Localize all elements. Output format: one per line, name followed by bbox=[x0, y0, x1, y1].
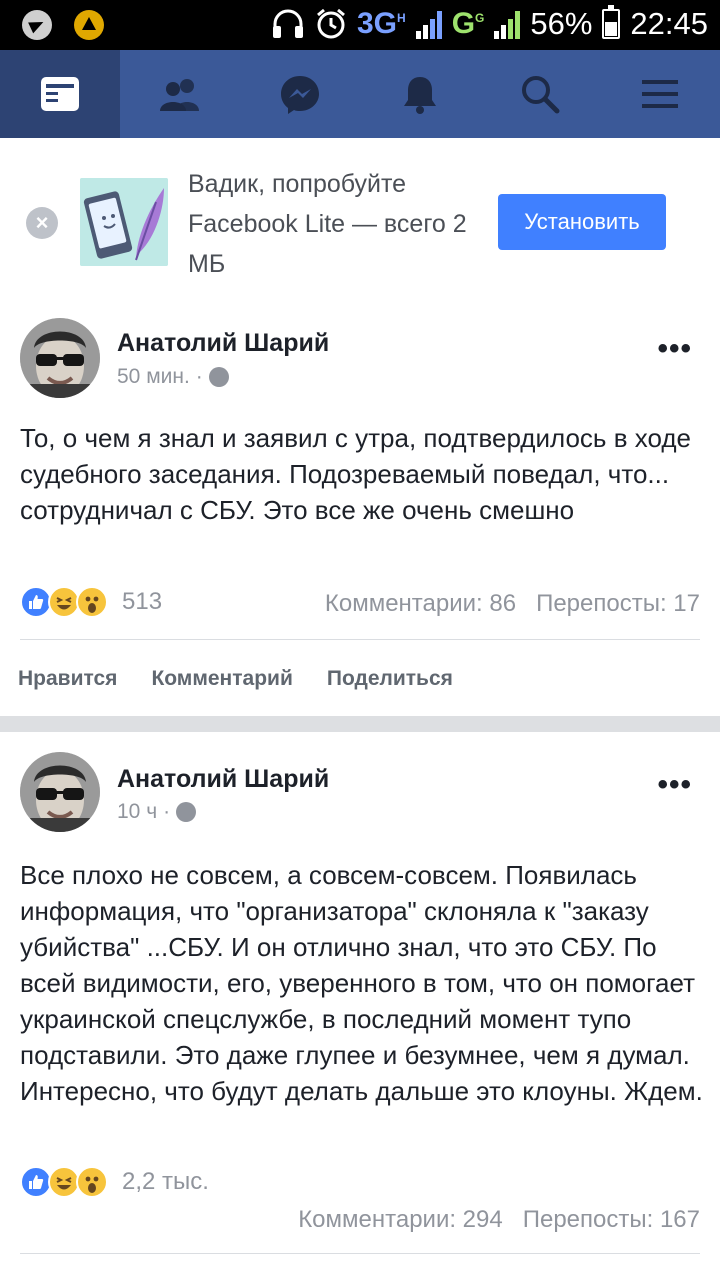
warning-icon bbox=[74, 10, 104, 40]
tab-messenger[interactable] bbox=[240, 50, 360, 138]
signal-strength-icon bbox=[415, 9, 442, 39]
news-feed-icon bbox=[41, 77, 79, 111]
post-meta: 50 мин. · bbox=[117, 365, 229, 389]
post-divider bbox=[20, 1253, 700, 1254]
messenger-icon bbox=[281, 76, 319, 114]
post-meta: 10 ч · bbox=[117, 800, 197, 824]
close-icon: × bbox=[35, 210, 49, 235]
post-options-button[interactable]: ••• bbox=[657, 768, 692, 802]
signal-strength-icon-2 bbox=[494, 9, 521, 39]
feed-separator bbox=[0, 716, 720, 732]
facebook-lite-promo: × Вадик, попробуйте Facebook Lite — всег… bbox=[0, 138, 720, 308]
promo-text: Вадик, попробуйте Facebook Lite — всего … bbox=[188, 170, 467, 278]
post-divider bbox=[20, 639, 700, 640]
tab-notifications[interactable] bbox=[360, 50, 480, 138]
post-text: То, о чем я знал и заявил с утра, подтве… bbox=[20, 423, 691, 525]
tab-search[interactable] bbox=[480, 50, 600, 138]
wow-reaction-icon bbox=[76, 586, 108, 618]
telegram-icon bbox=[22, 10, 52, 40]
battery-icon bbox=[602, 5, 621, 39]
menu-icon bbox=[642, 80, 678, 108]
clock: 22:45 bbox=[630, 6, 708, 41]
post-time[interactable]: 50 мин. bbox=[117, 365, 190, 389]
globe-icon bbox=[176, 802, 197, 822]
alarm-icon bbox=[317, 8, 345, 39]
reaction-count: 513 bbox=[122, 588, 163, 615]
meta-separator: · bbox=[195, 365, 203, 388]
top-navigation bbox=[0, 50, 720, 138]
facebook-lite-illustration bbox=[80, 178, 168, 266]
status-bar: 3GH GG 56% 22:45 bbox=[0, 0, 720, 50]
search-icon bbox=[522, 76, 560, 114]
comment-button[interactable]: Комментарий bbox=[151, 667, 292, 691]
notifications-bell-icon bbox=[404, 77, 436, 114]
post-time[interactable]: 10 ч bbox=[117, 800, 157, 824]
globe-icon bbox=[208, 367, 229, 387]
comments-count[interactable]: Комментарии: 86 bbox=[325, 590, 516, 618]
like-button[interactable]: Нравится bbox=[18, 667, 117, 691]
reaction-count: 2,2 тыс. bbox=[122, 1168, 209, 1195]
feed-post: Анатолий Шарий 50 мин. · ••• То, о чем я… bbox=[0, 308, 720, 716]
network-type-g: GG bbox=[451, 7, 485, 40]
feed-post: Анатолий Шарий 10 ч · ••• Все плохо не с… bbox=[0, 732, 720, 1280]
post-options-button[interactable]: ••• bbox=[657, 332, 692, 366]
author-avatar[interactable] bbox=[20, 752, 100, 832]
shares-count[interactable]: Перепосты: 167 bbox=[523, 1206, 700, 1234]
battery-percent: 56% bbox=[530, 6, 593, 41]
post-stats: Комментарии: 86 Перепосты: 17 bbox=[325, 590, 700, 618]
author-name[interactable]: Анатолий Шарий bbox=[117, 329, 329, 358]
meta-separator: · bbox=[163, 800, 171, 823]
dismiss-promo-button[interactable]: × bbox=[26, 207, 58, 239]
wow-reaction-icon bbox=[76, 1166, 108, 1198]
post-text: Все плохо не совсем, а совсем-совсем. По… bbox=[20, 860, 703, 1106]
post-stats: Комментарии: 294 Перепосты: 167 bbox=[298, 1206, 700, 1234]
reactions-summary[interactable]: 513 bbox=[20, 586, 162, 618]
shares-count[interactable]: Перепосты: 17 bbox=[536, 590, 700, 618]
comments-count[interactable]: Комментарии: 294 bbox=[298, 1206, 503, 1234]
install-button[interactable]: Установить bbox=[498, 194, 666, 250]
author-avatar[interactable] bbox=[20, 318, 100, 398]
headphones-icon bbox=[272, 9, 303, 38]
tab-news-feed[interactable] bbox=[0, 50, 120, 138]
network-type-3g: 3GH bbox=[356, 7, 406, 40]
reactions-summary[interactable]: 2,2 тыс. bbox=[20, 1166, 209, 1198]
post-actions: Нравится Комментарий Поделиться bbox=[18, 667, 453, 691]
friends-icon bbox=[160, 79, 199, 111]
author-name[interactable]: Анатолий Шарий bbox=[117, 765, 329, 794]
tab-friends[interactable] bbox=[120, 50, 240, 138]
tab-menu[interactable] bbox=[600, 50, 720, 138]
share-button[interactable]: Поделиться bbox=[327, 667, 453, 691]
